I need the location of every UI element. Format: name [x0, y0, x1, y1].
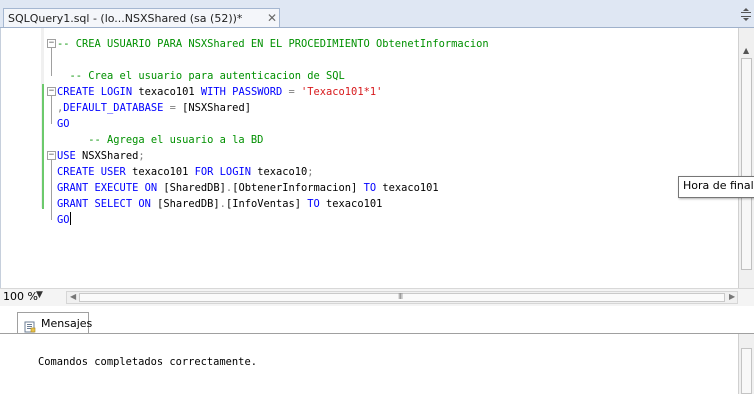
code-line[interactable]: CREATE LOGIN texaco101 WITH PASSWORD = '…	[57, 84, 382, 100]
code-token: NSXShared	[75, 150, 139, 162]
code-token: -- CREA USUARIO PARA NSXShared EN EL PRO…	[57, 38, 489, 50]
code-token: [NSXShared]	[182, 102, 251, 114]
tooltip: Hora de finaliz	[678, 176, 754, 198]
tab-title: SQLQuery1.sql - (lo...NSXShared (sa (52)…	[8, 11, 243, 25]
messages-icon	[24, 318, 36, 332]
code-token: FOR LOGIN	[194, 166, 251, 178]
code-line[interactable]: GRANT SELECT ON [SharedDB].[InfoVentas] …	[57, 196, 382, 212]
code-token: CREATE LOGIN	[57, 86, 133, 98]
code-token: texaco101	[132, 86, 201, 98]
code-token: TO	[307, 198, 320, 210]
code-token: WITH PASSWORD	[200, 86, 283, 98]
outline-guide	[51, 96, 52, 124]
scroll-right-icon[interactable]: ▶	[729, 292, 735, 301]
results-vertical-scrollbar[interactable]	[738, 334, 754, 394]
code-line[interactable]: GO	[57, 212, 71, 228]
change-tracking-bar	[42, 84, 44, 209]
divider	[0, 333, 754, 334]
code-token: USE	[57, 150, 76, 162]
messages-tab-label: Mensajes	[41, 317, 93, 330]
code-line[interactable]: ,DEFAULT_DATABASE = [NSXShared]	[57, 100, 251, 116]
code-token: texaco101	[376, 182, 439, 194]
code-line[interactable]: GO	[57, 116, 70, 132]
code-token: =	[282, 86, 302, 98]
tab-messages[interactable]: Mensajes	[17, 312, 93, 334]
outline-guide	[51, 160, 52, 220]
result-message: Comandos completados correctamente.	[38, 356, 257, 368]
code-token: texaco10	[250, 166, 308, 178]
document-tab-strip: SQLQuery1.sql - (lo...NSXShared (sa (52)…	[0, 0, 754, 28]
code-token: [ObtenerInformacion]	[232, 182, 364, 194]
collapse-icon[interactable]: −	[47, 87, 56, 96]
sql-editor[interactable]: -- CREA USUARIO PARA NSXShared EN EL PRO…	[0, 28, 739, 288]
code-token: GO	[57, 214, 70, 226]
tab-query[interactable]: SQLQuery1.sql - (lo...NSXShared (sa (52)…	[3, 8, 280, 27]
collapse-icon[interactable]: −	[47, 151, 56, 160]
zoom-level[interactable]: 100 %	[3, 290, 38, 303]
code-token: =	[163, 102, 183, 114]
code-token: [SharedDB]	[150, 198, 220, 210]
code-line[interactable]: -- Agrega el usuario a la BD	[57, 132, 263, 148]
code-token: texaco101	[125, 166, 195, 178]
scrollbar-thumb[interactable]	[741, 348, 752, 394]
code-token: ;	[307, 166, 314, 178]
code-token: GRANT EXECUTE ON	[57, 182, 158, 194]
editor-vertical-scrollbar[interactable]: ▲	[738, 28, 754, 288]
results-pane: Mensajes Comandos completados correctame…	[0, 306, 754, 394]
code-token: DEFAULT_DATABASE	[63, 102, 164, 114]
code-token: TO	[363, 182, 377, 194]
code-token: GO	[57, 118, 70, 130]
code-line[interactable]: USE NSXShared;	[57, 148, 145, 164]
code-token: CREATE USER	[57, 166, 126, 178]
editor-horizontal-scrollbar[interactable]: ◀ III ▶	[66, 291, 738, 304]
code-token: ;	[138, 150, 145, 162]
grip-icon: III	[398, 292, 403, 301]
code-token: 'Texaco101*1'	[301, 86, 383, 98]
split-icon[interactable]	[738, 7, 754, 23]
code-token: -- Crea el usuario para autenticacion de…	[57, 70, 345, 82]
code-token: [SharedDB]	[157, 182, 226, 194]
scroll-up-icon[interactable]: ▲	[743, 46, 749, 55]
collapse-icon[interactable]: −	[47, 39, 56, 48]
outline-guide	[51, 48, 52, 76]
code-token: texaco101	[319, 198, 383, 210]
scrollbar-thumb[interactable]	[741, 58, 752, 270]
code-token: -- Agrega el usuario a la BD	[57, 134, 264, 146]
text-caret	[69, 212, 71, 225]
editor-status-row: 100 % ▼ ◀ III ▶	[0, 288, 754, 307]
scrollbar-thumb[interactable]: III	[79, 292, 725, 302]
close-icon[interactable]: ✕	[267, 11, 277, 25]
code-line[interactable]: -- CREA USUARIO PARA NSXShared EN EL PRO…	[57, 36, 489, 52]
code-token: [InfoVentas]	[225, 198, 308, 210]
scroll-left-icon[interactable]: ◀	[70, 292, 76, 301]
chevron-down-icon[interactable]: ▼	[36, 290, 43, 300]
code-line[interactable]: -- Crea el usuario para autenticacion de…	[57, 68, 345, 84]
code-token: GRANT SELECT ON	[57, 198, 151, 210]
code-line[interactable]: GRANT EXECUTE ON [SharedDB].[ObtenerInfo…	[57, 180, 439, 196]
code-line[interactable]: CREATE USER texaco101 FOR LOGIN texaco10…	[57, 164, 314, 180]
